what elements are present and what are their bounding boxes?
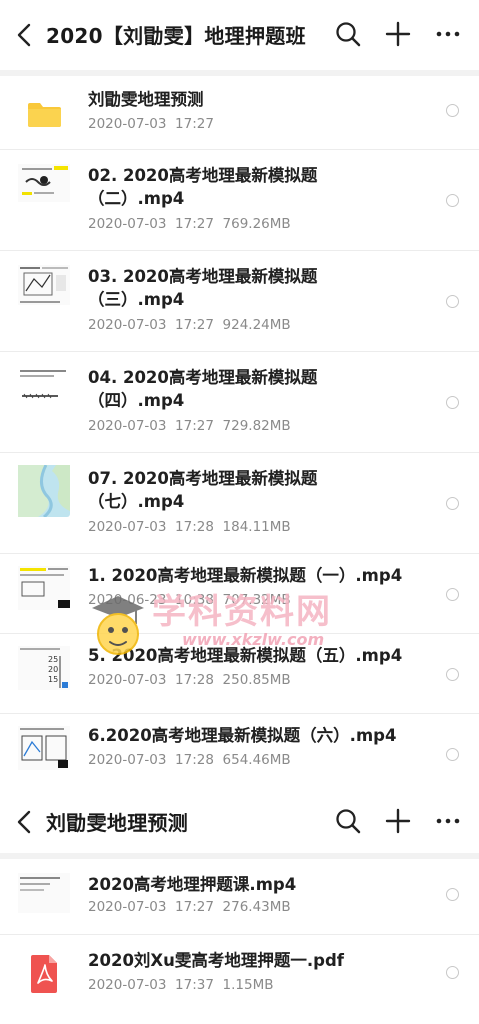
file-name: 04. 2020高考地理最新模拟题 （四）.mp4 — [88, 368, 318, 410]
video-thumbnail — [18, 164, 70, 202]
select-radio[interactable] — [446, 295, 459, 308]
header-bar: 刘勖雯地理预测 — [0, 787, 479, 857]
file-meta: 2020-07-03 17:27 924.24MB — [88, 317, 291, 333]
list-item[interactable]: 2020高考地理押题课.mp4 2020-07-03 17:27 276.43M… — [0, 859, 479, 935]
file-name: 6.2020高考地理最新模拟题（六）.mp4 — [88, 726, 397, 745]
select-radio[interactable] — [446, 104, 459, 117]
file-list: 刘勖雯地理预测 2020-07-03 17:27 02. 2020高考地理最新模… — [0, 76, 479, 788]
select-radio[interactable] — [446, 748, 459, 761]
select-radio[interactable] — [446, 194, 459, 207]
file-name: 03. 2020高考地理最新模拟题 （三）.mp4 — [88, 267, 318, 309]
select-radio[interactable] — [446, 588, 459, 601]
more-horizontal-icon[interactable] — [434, 20, 462, 48]
plus-icon[interactable] — [384, 807, 412, 835]
chevron-left-icon[interactable] — [14, 22, 36, 48]
list-item[interactable]: 6.2020高考地理最新模拟题（六）.mp4 2020-07-03 17:28 … — [0, 714, 479, 788]
file-meta: 2020-07-03 17:27 — [88, 116, 214, 132]
header-bar: 2020【刘勖雯】地理押题班 — [0, 0, 479, 70]
file-name: 2020高考地理押题课.mp4 — [88, 875, 297, 894]
list-item[interactable]: 03. 2020高考地理最新模拟题 （三）.mp4 2020-07-03 17:2… — [0, 251, 479, 352]
video-thumbnail — [18, 465, 70, 517]
page-title: 刘勖雯地理预测 — [46, 811, 189, 835]
more-horizontal-icon[interactable] — [434, 807, 462, 835]
plus-icon[interactable] — [384, 20, 412, 48]
list-item[interactable]: 02. 2020高考地理最新模拟题 （二）.mp4 2020-07-03 17:2… — [0, 150, 479, 251]
svg-text:15: 15 — [48, 675, 58, 684]
file-name: 07. 2020高考地理最新模拟题 （七）.mp4 — [88, 469, 318, 511]
file-meta: 2020-07-03 17:28 250.85MB — [88, 672, 291, 688]
page-title: 2020【刘勖雯】地理押题班 — [46, 24, 306, 48]
select-radio[interactable] — [446, 966, 459, 979]
video-thumbnail: 25 20 15 — [18, 646, 70, 690]
list-item[interactable]: 刘勖雯地理预测 2020-07-03 17:27 — [0, 76, 479, 150]
select-radio[interactable] — [446, 668, 459, 681]
file-name: 5. 2020高考地理最新模拟题（五）.mp4 — [88, 646, 403, 665]
list-item[interactable]: 1. 2020高考地理最新模拟题（一）.mp4 2020-06-23 10:38… — [0, 554, 479, 634]
file-name: 2020刘Xu雯高考地理押题一.pdf — [88, 951, 344, 970]
file-meta: 2020-07-03 17:27 729.82MB — [88, 418, 291, 434]
file-meta: 2020-07-03 17:27 769.26MB — [88, 216, 291, 232]
file-list: 2020高考地理押题课.mp4 2020-07-03 17:27 276.43M… — [0, 859, 479, 1015]
file-name: 02. 2020高考地理最新模拟题 （二）.mp4 — [88, 166, 318, 208]
video-thumbnail — [18, 566, 70, 610]
video-thumbnail — [18, 726, 70, 770]
file-name: 1. 2020高考地理最新模拟题（一）.mp4 — [88, 566, 403, 585]
list-item[interactable]: 25 20 15 5. 2020高考地理最新模拟题（五）.mp4 2020-07… — [0, 634, 479, 714]
svg-text:20: 20 — [48, 665, 58, 674]
file-meta: 2020-07-03 17:37 1.15MB — [88, 977, 274, 993]
select-radio[interactable] — [446, 396, 459, 409]
search-icon[interactable] — [334, 807, 362, 835]
list-item[interactable]: 04. 2020高考地理最新模拟题 （四）.mp4 2020-07-03 17:2… — [0, 352, 479, 453]
pdf-icon — [31, 955, 57, 993]
video-thumbnail — [18, 265, 70, 305]
folder-icon — [28, 103, 61, 127]
list-item[interactable]: 07. 2020高考地理最新模拟题 （七）.mp4 2020-07-03 17:2… — [0, 453, 479, 554]
file-meta: 2020-07-03 17:28 184.11MB — [88, 519, 291, 535]
file-meta: 2020-07-03 17:27 276.43MB — [88, 899, 291, 915]
file-meta: 2020-06-23 10:38 707.32MB — [88, 592, 291, 608]
svg-text:25: 25 — [48, 655, 58, 664]
file-meta: 2020-07-03 17:28 654.46MB — [88, 752, 291, 768]
search-icon[interactable] — [334, 20, 362, 48]
file-name: 刘勖雯地理预测 — [88, 90, 204, 109]
select-radio[interactable] — [446, 888, 459, 901]
list-item[interactable]: 2020刘Xu雯高考地理押题一.pdf 2020-07-03 17:37 1.1… — [0, 935, 479, 1015]
chevron-left-icon[interactable] — [14, 809, 36, 835]
video-thumbnail — [18, 873, 70, 913]
video-thumbnail — [18, 366, 70, 406]
select-radio[interactable] — [446, 497, 459, 510]
